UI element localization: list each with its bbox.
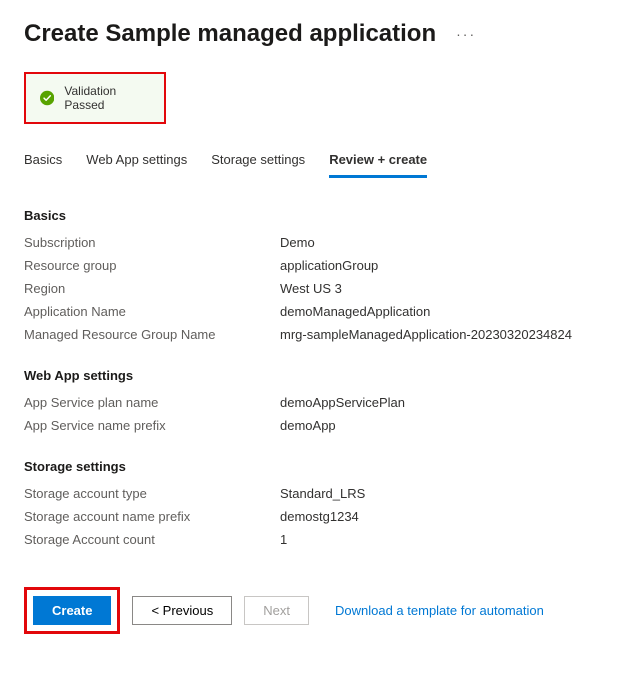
check-circle-icon (40, 90, 54, 106)
page-title: Create Sample managed application (24, 20, 436, 48)
section-title-storage: Storage settings (24, 459, 608, 474)
label-application-name: Application Name (24, 304, 280, 319)
value-subscription: Demo (280, 235, 315, 250)
more-icon[interactable]: ··· (452, 26, 476, 42)
value-storage-prefix: demostg1234 (280, 509, 359, 524)
value-region: West US 3 (280, 281, 342, 296)
section-basics: Basics SubscriptionDemo Resource groupap… (24, 208, 608, 342)
section-web-app: Web App settings App Service plan namede… (24, 368, 608, 433)
value-app-service-plan: demoAppServicePlan (280, 395, 405, 410)
download-template-link[interactable]: Download a template for automation (335, 603, 544, 618)
tab-storage-settings[interactable]: Storage settings (211, 152, 305, 178)
section-title-basics: Basics (24, 208, 608, 223)
value-app-service-prefix: demoApp (280, 418, 336, 433)
validation-text: Validation Passed (64, 84, 150, 112)
value-storage-count: 1 (280, 532, 287, 547)
value-application-name: demoManagedApplication (280, 304, 430, 319)
label-resource-group: Resource group (24, 258, 280, 273)
tab-review-create[interactable]: Review + create (329, 152, 427, 178)
value-resource-group: applicationGroup (280, 258, 378, 273)
validation-banner: Validation Passed (24, 72, 166, 124)
label-storage-prefix: Storage account name prefix (24, 509, 280, 524)
previous-button[interactable]: < Previous (132, 596, 232, 625)
label-subscription: Subscription (24, 235, 280, 250)
label-app-service-prefix: App Service name prefix (24, 418, 280, 433)
next-button: Next (244, 596, 309, 625)
section-storage: Storage settings Storage account typeSta… (24, 459, 608, 547)
label-storage-type: Storage account type (24, 486, 280, 501)
tab-basics[interactable]: Basics (24, 152, 62, 178)
label-storage-count: Storage Account count (24, 532, 280, 547)
label-managed-resource-group: Managed Resource Group Name (24, 327, 280, 342)
value-managed-resource-group: mrg-sampleManagedApplication-20230320234… (280, 327, 572, 342)
tab-web-app-settings[interactable]: Web App settings (86, 152, 187, 178)
footer-bar: Create < Previous Next Download a templa… (24, 587, 608, 634)
tabs: Basics Web App settings Storage settings… (24, 152, 608, 178)
section-title-web-app: Web App settings (24, 368, 608, 383)
label-region: Region (24, 281, 280, 296)
value-storage-type: Standard_LRS (280, 486, 365, 501)
label-app-service-plan: App Service plan name (24, 395, 280, 410)
create-button[interactable]: Create (33, 596, 111, 625)
